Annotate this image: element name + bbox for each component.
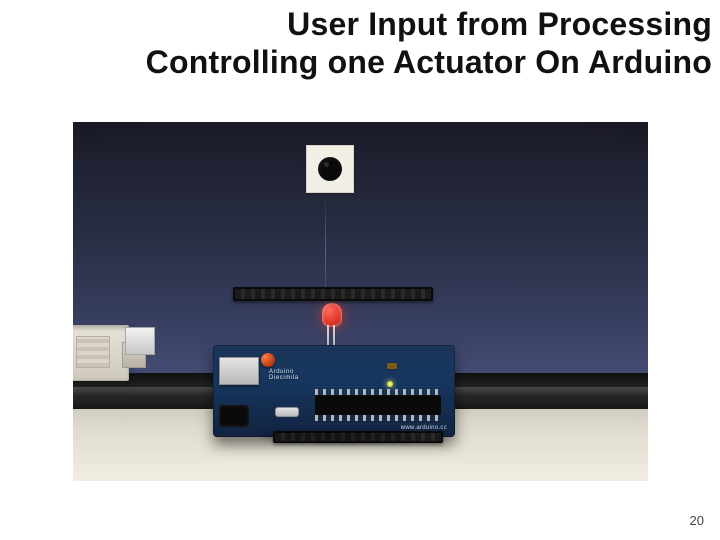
- processing-window-marker: [306, 145, 354, 193]
- marker-circle-icon: [318, 157, 342, 181]
- silk-board-model: Diecimila: [269, 375, 299, 381]
- usb-b-port-icon: [219, 357, 259, 385]
- power-led-icon: [387, 381, 393, 387]
- title-line-2: Controlling one Actuator On Arduino: [8, 44, 712, 82]
- arduino-board: Arduino Diecimila www.arduino.cc: [213, 297, 455, 437]
- digital-header: [233, 287, 433, 301]
- silk-text: Arduino Diecimila: [269, 369, 299, 381]
- board-shadow: [263, 431, 413, 443]
- usb-plug-icon: [73, 325, 129, 381]
- txrx-led-icon: [387, 363, 397, 369]
- usb-plug-metal: [125, 327, 155, 355]
- slide-image: Arduino Diecimila www.arduino.cc: [73, 122, 648, 481]
- slide: User Input from Processing Controlling o…: [0, 0, 720, 540]
- atmega-chip-icon: [315, 395, 441, 415]
- pcb: Arduino Diecimila www.arduino.cc: [213, 345, 455, 437]
- title-line-1: User Input from Processing: [8, 6, 712, 44]
- barrel-jack-icon: [219, 405, 249, 427]
- crystal-icon: [275, 407, 299, 417]
- page-number: 20: [690, 513, 704, 528]
- reset-button-icon: [261, 353, 275, 367]
- photo-content: Arduino Diecimila www.arduino.cc: [73, 122, 648, 481]
- slide-title: User Input from Processing Controlling o…: [8, 6, 712, 82]
